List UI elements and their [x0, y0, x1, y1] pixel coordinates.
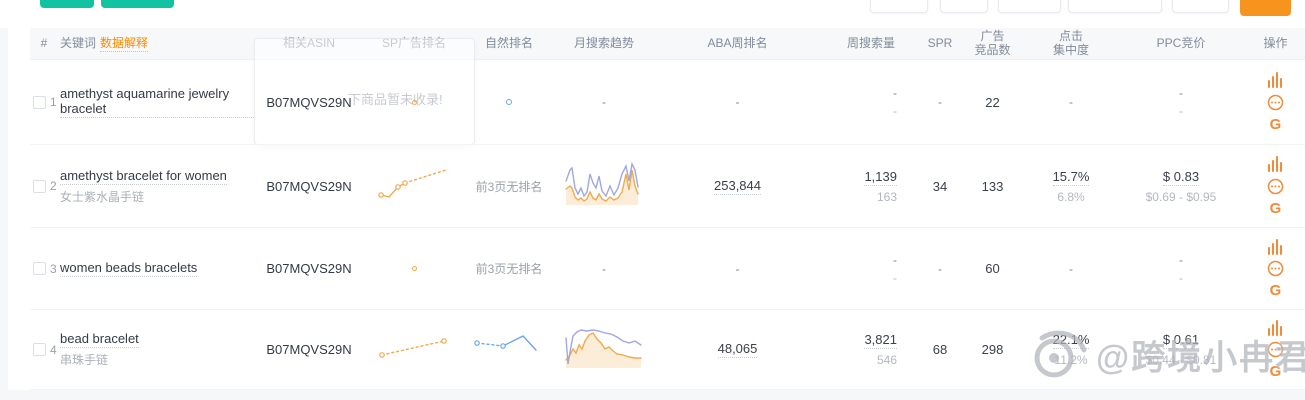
asin-not-indexed-tooltip-text: 下商品暂未收录!: [348, 89, 443, 108]
keyword-link[interactable]: women beads bracelets: [60, 260, 197, 277]
google-icon[interactable]: G: [1270, 364, 1282, 380]
filter-input-2[interactable]: [940, 0, 988, 13]
col-header-aba: ABA周排名: [654, 37, 821, 51]
row-checkbox[interactable]: [33, 180, 46, 193]
natural-rank-sparkline: [473, 328, 545, 371]
bar-chart-icon[interactable]: [1267, 239, 1285, 255]
col-header-ops: 操作: [1246, 37, 1305, 51]
keyword-table-card: # 关键词数据解释 相关ASIN SP广告排名 自然排名 月搜索趋势 ABA周排…: [30, 28, 1305, 390]
bar-chart-icon[interactable]: [1267, 156, 1285, 172]
table-row: 1 amethyst aquamarine jewelry bracelet B…: [30, 60, 1305, 145]
natural-rank-note: 前3页无排名: [476, 260, 543, 277]
google-icon[interactable]: G: [1270, 116, 1282, 132]
search-button[interactable]: [1240, 0, 1291, 16]
table-row: 2 amethyst bracelet for women女士紫水晶手链 B07…: [30, 145, 1305, 228]
row-checkbox[interactable]: [33, 262, 46, 275]
teal-action-button-1[interactable]: [40, 0, 94, 8]
ad-competitors-count: 22: [985, 95, 999, 110]
ad-competitors-count: 60: [985, 261, 999, 276]
table-row: 4 bead bracelet串珠手链 B07MQVS29N 48,065 3,…: [30, 310, 1305, 390]
google-icon[interactable]: G: [1270, 283, 1282, 299]
aba-rank-value: 253,844: [714, 178, 761, 195]
data-explain-link[interactable]: 数据解释: [100, 36, 148, 52]
table-header-row: # 关键词数据解释 相关ASIN SP广告排名 自然排名 月搜索趋势 ABA周排…: [30, 28, 1305, 60]
col-header-weekly: 周搜索量: [821, 37, 921, 51]
related-asin: B07MQVS29N: [266, 261, 351, 276]
more-options-icon[interactable]: [1267, 342, 1284, 358]
filter-input-1[interactable]: [870, 0, 928, 13]
bar-chart-icon[interactable]: [1267, 72, 1285, 88]
ad-competitors-count: 133: [982, 179, 1004, 194]
keyword-link[interactable]: bead bracelet: [60, 331, 139, 348]
keyword-translation: 串珠手链: [60, 351, 108, 368]
related-asin: B07MQVS29N: [266, 342, 351, 357]
keyword-translation: 女士紫水晶手链: [60, 188, 144, 205]
natural-rank-note: 前3页无排名: [476, 178, 543, 195]
filter-input-4[interactable]: [1068, 0, 1162, 13]
aba-rank-value: 48,065: [718, 341, 758, 358]
sp-rank-dot: [412, 266, 417, 271]
sp-rank-sparkline: [378, 165, 450, 208]
keyword-link[interactable]: amethyst aquamarine jewelry bracelet: [60, 86, 254, 118]
filter-input-3[interactable]: [998, 0, 1061, 13]
related-asin: B07MQVS29N: [266, 179, 351, 194]
col-header-natural-rank: 自然排名: [464, 37, 554, 51]
page-left-margin: [0, 0, 8, 400]
related-asin: B07MQVS29N: [266, 95, 351, 110]
col-header-num: #: [30, 37, 58, 51]
search-trend-chart: [563, 324, 645, 375]
row-checkbox[interactable]: [33, 343, 46, 356]
filter-input-5[interactable]: [1172, 0, 1229, 13]
topbar: [0, 0, 1305, 28]
search-trend-chart: [563, 161, 645, 212]
teal-action-button-2[interactable]: [101, 0, 174, 8]
col-header-click-share: 点击集中度: [1026, 30, 1116, 58]
more-options-icon[interactable]: [1267, 178, 1284, 194]
google-icon[interactable]: G: [1270, 200, 1282, 216]
natural-rank-dot: [506, 99, 512, 105]
keyword-link[interactable]: amethyst bracelet for women: [60, 168, 227, 185]
col-header-keyword: 关键词数据解释: [58, 37, 254, 51]
row-checkbox[interactable]: [33, 96, 46, 109]
page-bottom-margin: [0, 390, 1305, 400]
col-header-spr: SPR: [921, 37, 959, 51]
more-options-icon[interactable]: [1267, 261, 1284, 277]
more-options-icon[interactable]: [1267, 94, 1284, 110]
table-row: 3 women beads bracelets B07MQVS29N 前3页无排…: [30, 228, 1305, 310]
sp-rank-sparkline: [378, 328, 450, 371]
col-header-ppc: PPC竞价: [1116, 37, 1246, 51]
col-header-trend: 月搜索趋势: [554, 37, 654, 51]
ad-competitors-count: 298: [982, 342, 1004, 357]
col-header-ad-competitors: 广告竞品数: [959, 30, 1026, 58]
bar-chart-icon[interactable]: [1267, 320, 1285, 336]
